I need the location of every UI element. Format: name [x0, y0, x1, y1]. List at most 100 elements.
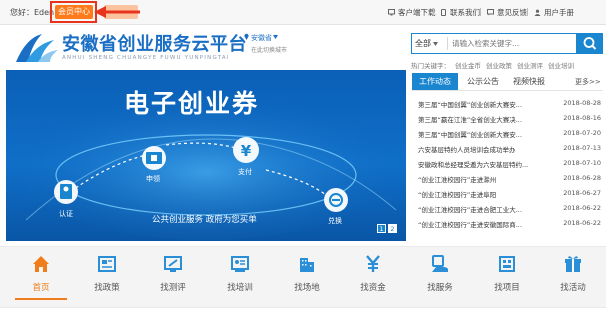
- phone-icon: [441, 9, 446, 16]
- site-subtitle: ANHUI SHENG CHUANGYE FUWU YUNPINGTAI: [62, 55, 230, 61]
- news-title: 第三届“中国创翼”创业创新大赛安...: [418, 101, 522, 109]
- news-item[interactable]: 六安基层特约人员培训会成功举办 2018-07-13: [418, 144, 601, 157]
- news-date: 2018-06-27: [563, 189, 601, 197]
- nav-item-activity[interactable]: 找活动: [542, 250, 604, 300]
- nav-label: 找活动: [560, 283, 586, 293]
- home-icon: [33, 256, 49, 272]
- user-icon: [534, 9, 541, 16]
- feedback-link[interactable]: 意见反馈: [487, 7, 527, 18]
- region-selector[interactable]: 安徽省: [251, 33, 272, 43]
- building-icon: [300, 258, 314, 272]
- gift-icon: [565, 256, 581, 272]
- chevron-down-icon[interactable]: [273, 35, 278, 39]
- user-greeting: 您好：Eden: [10, 8, 55, 17]
- contact-us-label: 联系我们: [450, 8, 480, 17]
- nav-label: 找项目: [494, 283, 520, 293]
- user-manual-label: 用户手册: [544, 8, 574, 17]
- news-date: 2018-07-10: [563, 159, 601, 167]
- news-title: 安徽政和总经理受邀为六安基层特约...: [418, 161, 529, 169]
- nav-item-assessment[interactable]: 找测评: [142, 250, 204, 300]
- assessment-icon: [164, 256, 182, 272]
- banner-title: 电子创业券: [124, 89, 260, 118]
- news-item[interactable]: 第三届“赢在江淮”全省创业大赛决... 2018-08-16: [418, 114, 601, 127]
- hot-keyword[interactable]: 创业政策: [486, 62, 512, 70]
- news-title: “创业江淮校园行”走进合肥工业大...: [418, 206, 522, 214]
- tab-announcements[interactable]: 公示公告: [462, 73, 504, 90]
- nav-label: 找资金: [360, 283, 386, 293]
- search-category-select[interactable]: 全部: [415, 36, 445, 51]
- certify-node-icon: [54, 180, 78, 204]
- nav-label: 找测评: [160, 283, 186, 293]
- news-item[interactable]: “创业江淮校园行”走进滁州 2018-06-28: [418, 174, 601, 187]
- node-label-certify: 认证: [59, 210, 73, 218]
- nav-item-funding[interactable]: 找资金: [342, 250, 404, 300]
- monitor-icon: [388, 9, 395, 16]
- node-label-apply: 申领: [146, 175, 160, 183]
- divider: [447, 37, 448, 50]
- nav-item-venue[interactable]: 找场地: [276, 250, 338, 300]
- news-date: 2018-08-16: [563, 114, 601, 122]
- news-item[interactable]: “创业江淮校园行”走进安徽国际商... 2018-06-22: [418, 219, 601, 232]
- news-date: 2018-06-28: [563, 174, 601, 182]
- contact-us-link[interactable]: 联系我们: [440, 7, 480, 18]
- news-title: “创业江淮校园行”走进安徽国际商...: [418, 221, 522, 229]
- svg-text:¥: ¥: [241, 142, 252, 160]
- site-logo-icon[interactable]: [12, 30, 60, 66]
- user-manual-link[interactable]: 用户手册: [534, 7, 574, 18]
- nav-item-home[interactable]: 首页: [10, 250, 72, 300]
- news-item[interactable]: “创业江淮校园行”走进阜阳 2018-06-27: [418, 189, 601, 202]
- training-icon: [231, 256, 249, 272]
- news-title: “创业江淮校园行”走进滁州: [418, 176, 497, 184]
- service-icon: [432, 255, 448, 272]
- nav-label: 找培训: [227, 283, 253, 293]
- nav-item-training[interactable]: 找培训: [209, 250, 271, 300]
- hot-keywords: 热门关键字： 创业金币 创业政策 创业测评 创业培训: [411, 60, 579, 70]
- banner-page-2[interactable]: 2: [388, 224, 397, 233]
- nav-label: 找政策: [94, 283, 120, 293]
- divider: [480, 8, 481, 16]
- site-title[interactable]: 安徽省创业服务云平台: [62, 30, 247, 56]
- tab-video-news[interactable]: 视频快报: [508, 73, 550, 90]
- redeem-node-icon: [324, 188, 348, 212]
- nav-item-service[interactable]: 找服务: [409, 250, 471, 300]
- news-item[interactable]: 安徽政和总经理受邀为六安基层特约... 2018-07-10: [418, 159, 601, 172]
- hot-keyword[interactable]: 创业培训: [548, 62, 574, 70]
- search-icon: [583, 37, 597, 50]
- policy-icon: [98, 256, 116, 272]
- news-more-link[interactable]: 更多>>: [575, 77, 601, 87]
- divider: [433, 8, 434, 16]
- message-icon: [487, 9, 494, 16]
- yen-icon: [366, 255, 380, 272]
- hot-keyword[interactable]: 创业金币: [455, 62, 481, 70]
- search-input[interactable]: [449, 35, 577, 52]
- news-title: 第三届“中国创翼”创业创新大赛安...: [418, 131, 522, 139]
- news-title: 六安基层特约人员培训会成功举办: [418, 146, 516, 154]
- nav-label: 找服务: [427, 283, 453, 293]
- news-item[interactable]: 第三届“中国创翼”创业创新大赛安... 2018-08-28: [418, 99, 601, 112]
- nav-item-project[interactable]: 找项目: [476, 250, 538, 300]
- client-download-link[interactable]: 客户端下载: [388, 7, 436, 18]
- annotation-arrow-icon: [94, 6, 140, 18]
- feedback-label: 意见反馈: [497, 8, 527, 17]
- news-date: 2018-07-13: [563, 144, 601, 152]
- nav-label: 找场地: [294, 283, 320, 293]
- hot-keyword[interactable]: 创业测评: [517, 62, 543, 70]
- promo-banner[interactable]: ¥ 电子创业券 认证 申领 支付 兑换 公共创业服务 政府为您买单 1 2: [6, 70, 406, 241]
- nav-item-policy[interactable]: 找政策: [76, 250, 138, 300]
- pay-node-icon: ¥: [233, 137, 259, 163]
- node-label-redeem: 兑换: [328, 217, 342, 225]
- banner-page-1[interactable]: 1: [377, 224, 386, 233]
- news-item[interactable]: 第三届“中国创翼”创业创新大赛安... 2018-07-20: [418, 129, 601, 142]
- region-hint: 在此切换城市: [251, 47, 288, 54]
- search-button[interactable]: [577, 33, 603, 54]
- news-date: 2018-06-22: [563, 219, 601, 227]
- news-date: 2018-08-28: [563, 99, 601, 107]
- news-date: 2018-07-20: [563, 129, 601, 137]
- chevron-down-icon: [433, 41, 438, 46]
- active-nav-indicator: [15, 298, 67, 300]
- tab-work-news[interactable]: 工作动态: [412, 73, 458, 90]
- news-item[interactable]: “创业江淮校园行”走进合肥工业大... 2018-06-22: [418, 204, 601, 217]
- search-category-value: 全部: [415, 39, 431, 48]
- hot-keywords-label: 热门关键字：: [411, 62, 450, 70]
- location-pin-icon: [244, 33, 249, 40]
